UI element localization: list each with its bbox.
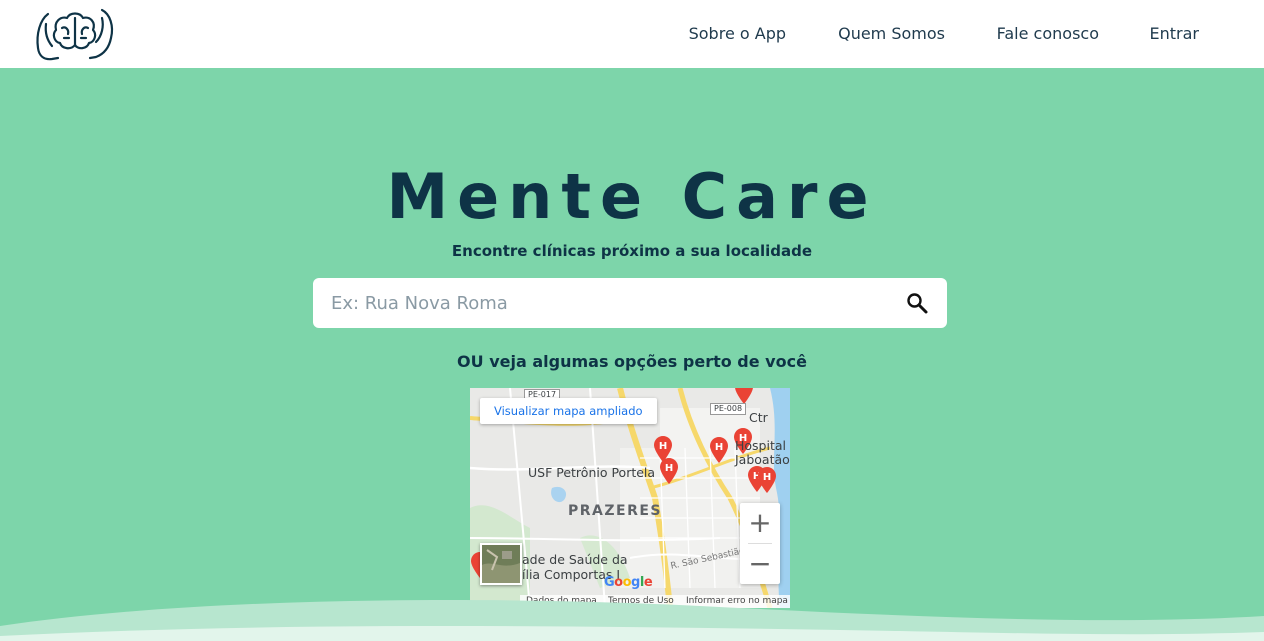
nav-sobre-o-app[interactable]: Sobre o App (689, 24, 786, 43)
map-place-label: Jaboatão (735, 452, 790, 467)
search-bar (313, 278, 947, 328)
hospital-pin-icon[interactable]: H (710, 437, 728, 463)
clinic-map[interactable]: H H H H H H PE-017 PE-008 USF Petrônio P… (470, 388, 790, 608)
svg-text:H: H (659, 441, 667, 452)
svg-text:H: H (715, 442, 723, 453)
nav-quem-somos[interactable]: Quem Somos (838, 24, 945, 43)
page-title: Mente Care (386, 160, 878, 233)
map-place-label: Ctr (749, 410, 768, 425)
search-input[interactable] (331, 278, 891, 328)
map-place-label: USF Petrônio Portela (528, 465, 656, 480)
satellite-thumbnail-icon (482, 545, 520, 583)
view-larger-map-link[interactable]: Visualizar mapa ampliado (480, 398, 657, 424)
page-subtitle: Encontre clínicas próximo a sua localida… (451, 242, 813, 260)
search-icon[interactable] (905, 291, 929, 315)
hospital-pin-icon[interactable] (735, 388, 753, 404)
decorative-waves (0, 600, 1264, 641)
map-place-label: Hospital e (735, 438, 790, 453)
zoom-controls: + − (740, 503, 780, 584)
road-label: PE-008 (710, 403, 747, 415)
site-header: Sobre o App Quem Somos Fale conosco Entr… (0, 0, 1264, 68)
nearby-options-text: OU veja algumas opções perto de você (457, 352, 807, 371)
map-place-label: ade de Saúde da (522, 552, 628, 567)
nav-fale-conosco[interactable]: Fale conosco (997, 24, 1099, 43)
zoom-out-button[interactable]: − (740, 544, 780, 584)
svg-text:H: H (763, 472, 771, 483)
satellite-toggle-button[interactable] (480, 543, 522, 585)
map-district-label: PRAZERES (568, 503, 663, 519)
google-logo: Google (604, 575, 653, 590)
svg-text:H: H (665, 463, 673, 474)
brain-hands-logo[interactable] (34, 4, 116, 62)
hospital-pin-icon[interactable]: H (660, 458, 678, 484)
zoom-in-button[interactable]: + (740, 503, 780, 543)
hospital-pin-icon[interactable]: H (758, 467, 776, 493)
nav-entrar[interactable]: Entrar (1150, 24, 1199, 43)
